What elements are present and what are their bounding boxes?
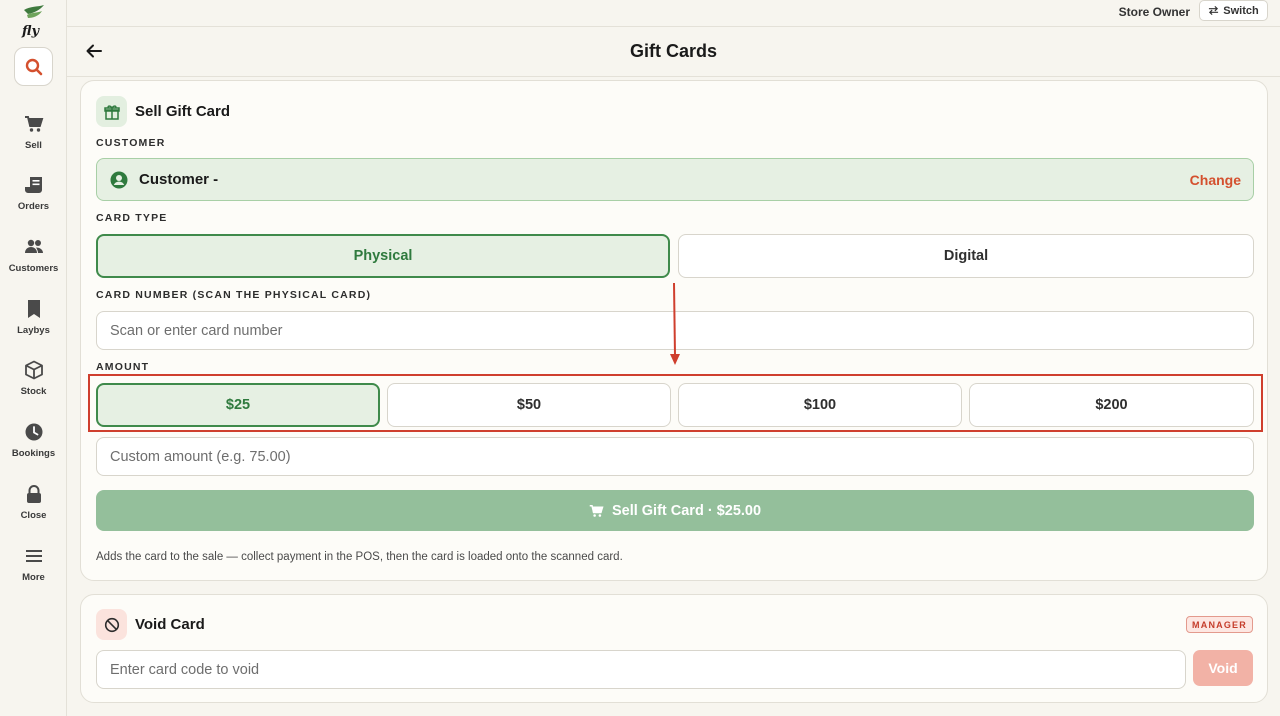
customer-name: Customer -	[139, 171, 219, 188]
page-header: Gift Cards	[67, 27, 1280, 77]
cart-icon	[589, 504, 604, 517]
amount-100-button[interactable]: $100	[678, 383, 962, 427]
fly-logo[interactable]: fly	[18, 4, 48, 39]
sell-helper-text: Adds the card to the sale — collect paym…	[96, 551, 623, 563]
menu-icon	[25, 550, 42, 562]
annotation-arrow-icon	[670, 282, 680, 365]
sidebar-item-stock[interactable]: Stock	[0, 358, 67, 408]
sell-gift-card-button[interactable]: Sell Gift Card · $25.00	[96, 490, 1254, 531]
change-customer-link[interactable]: Change	[1190, 172, 1241, 188]
user-circle-icon	[110, 171, 128, 189]
ban-icon	[96, 609, 127, 640]
card-number-label: CARD NUMBER (SCAN THE PHYSICAL CARD)	[96, 289, 372, 301]
card-type-digital-button[interactable]: Digital	[678, 234, 1254, 278]
switch-user-button[interactable]: Switch	[1199, 0, 1268, 21]
sidebar-item-label: Orders	[17, 201, 50, 212]
cart-icon	[24, 116, 43, 132]
manager-badge: MANAGER	[1186, 616, 1253, 633]
sidebar-item-label: Stock	[20, 386, 47, 397]
bookmark-icon	[27, 300, 40, 318]
amount-25-button[interactable]: $25	[96, 383, 380, 427]
amount-200-button[interactable]: $200	[969, 383, 1254, 427]
card-type-physical-button[interactable]: Physical	[96, 234, 670, 278]
sell-button-label: Sell Gift Card · $25.00	[611, 502, 762, 519]
card-type-label: CARD TYPE	[96, 212, 168, 224]
search-icon	[25, 58, 42, 75]
lock-icon	[26, 485, 41, 503]
user-role-label: Store Owner	[1118, 5, 1190, 19]
receipt-icon	[24, 177, 42, 193]
void-card-panel: Void Card MANAGER Enter card code to voi…	[80, 594, 1268, 703]
sell-section-title: Sell Gift Card	[135, 103, 231, 120]
sidebar-item-close[interactable]: Close	[0, 482, 67, 532]
sidebar-item-label: More	[22, 572, 45, 583]
clock-icon	[25, 423, 42, 441]
amount-50-button[interactable]: $50	[387, 383, 671, 427]
amount-label: AMOUNT	[96, 361, 150, 373]
box-icon	[24, 360, 43, 380]
sidebar-item-orders[interactable]: Orders	[0, 173, 67, 223]
gift-icon	[96, 96, 127, 127]
customer-label: CUSTOMER	[96, 137, 166, 149]
sidebar-item-label: Laybys	[17, 325, 50, 336]
sidebar-item-laybys[interactable]: Laybys	[0, 297, 67, 347]
page-title: Gift Cards	[629, 41, 717, 61]
svg-text:fly: fly	[21, 24, 40, 38]
void-section-title: Void Card	[135, 616, 205, 633]
sidebar-item-label: Customers	[8, 263, 59, 274]
customer-selector: Customer - Change	[96, 158, 1254, 201]
switch-label: Switch	[1223, 4, 1259, 17]
sidebar-item-sell[interactable]: Sell	[0, 112, 67, 162]
sidebar-item-label: Close	[20, 510, 47, 521]
custom-amount-input[interactable]: Custom amount (e.g. 75.00)	[96, 437, 1254, 476]
sidebar-item-more[interactable]: More	[0, 544, 67, 594]
sidebar-item-bookings[interactable]: Bookings	[0, 420, 67, 470]
users-icon	[24, 239, 43, 253]
search-button[interactable]	[14, 47, 53, 86]
void-button[interactable]: Void	[1193, 650, 1253, 686]
sidebar: fly Sell Orders Customers Laybys Stock B…	[0, 0, 67, 716]
top-bar: Store Owner Switch	[67, 0, 1280, 27]
void-card-code-input[interactable]: Enter card code to void	[96, 650, 1186, 689]
sidebar-item-label: Bookings	[11, 448, 56, 459]
sidebar-item-label: Sell	[25, 140, 42, 151]
sidebar-item-customers[interactable]: Customers	[0, 235, 67, 285]
swap-icon	[1209, 5, 1219, 16]
